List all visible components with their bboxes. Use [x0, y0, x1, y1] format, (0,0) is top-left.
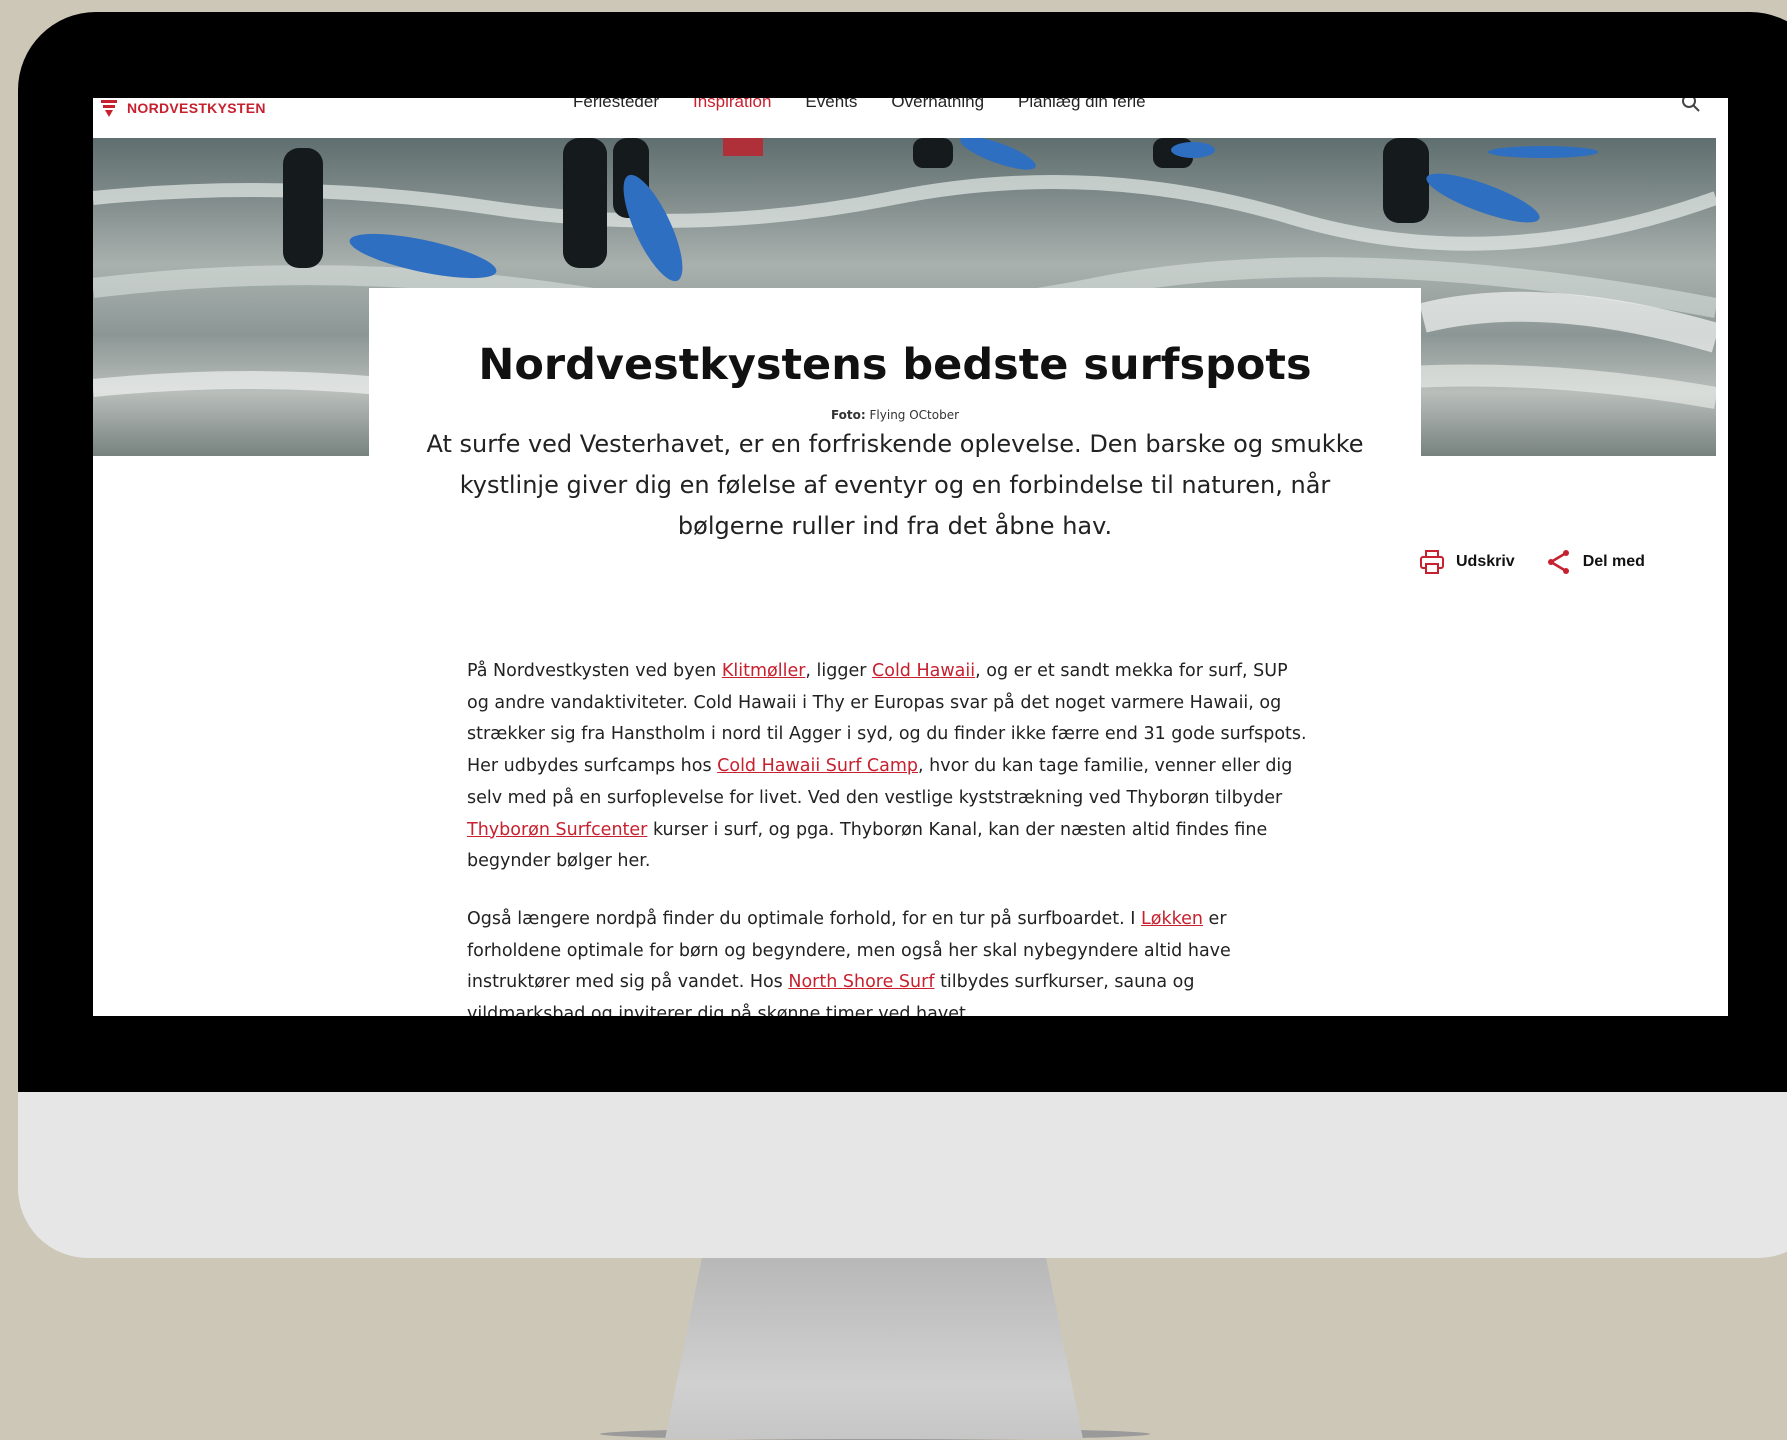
- nav-item-events[interactable]: Events: [805, 98, 857, 112]
- print-label: Udskriv: [1456, 553, 1515, 570]
- paragraph-text: , ligger: [805, 661, 873, 681]
- article-paragraph: På Nordvestkysten ved byen Klitmøller, l…: [467, 656, 1307, 878]
- article-paragraph: Også længere nordpå finder du optimale f…: [467, 904, 1307, 1016]
- browser-viewport: NORDVESTKYSTEN Feriesteder Inspiration E…: [93, 98, 1728, 1016]
- search-icon[interactable]: [1680, 98, 1702, 114]
- monitor-stand: [665, 1258, 1083, 1439]
- article-link[interactable]: Thyborøn Surfcenter: [467, 820, 647, 840]
- article-body: På Nordvestkysten ved byen Klitmøller, l…: [467, 656, 1307, 1016]
- main-nav: Feriesteder Inspiration Events Overnatni…: [573, 98, 1146, 112]
- nav-item-inspiration[interactable]: Inspiration: [693, 98, 771, 112]
- monitor-chin: [18, 1092, 1787, 1258]
- nav-item-overnatning[interactable]: Overnatning: [891, 98, 984, 112]
- photo-credit: Foto: Flying OCtober: [369, 408, 1421, 422]
- nav-item-feriesteder[interactable]: Feriesteder: [573, 98, 659, 112]
- site-logo[interactable]: NORDVESTKYSTEN: [99, 98, 266, 118]
- paragraph-text: Også længere nordpå finder du optimale f…: [467, 908, 1142, 929]
- article-link[interactable]: Cold Hawaii: [872, 661, 975, 681]
- article-actions: Udskriv Del med: [1418, 548, 1645, 576]
- page-title: Nordvestkystens bedste surfspots: [478, 340, 1312, 390]
- site-header: NORDVESTKYSTEN Feriesteder Inspiration E…: [93, 98, 1728, 138]
- article-link[interactable]: Cold Hawaii Surf Camp: [717, 756, 918, 776]
- article-link[interactable]: Klitmøller: [722, 661, 806, 681]
- nav-item-planlaeg[interactable]: Planlæg din ferie: [1018, 98, 1146, 112]
- printer-icon: [1420, 550, 1444, 574]
- share-icon: [1547, 550, 1569, 574]
- paragraph-text: På Nordvestkysten ved byen: [467, 661, 722, 681]
- logo-icon: [101, 100, 117, 117]
- article-link[interactable]: North Shore Surf: [788, 972, 934, 992]
- article-link[interactable]: Løkken: [1141, 909, 1203, 929]
- share-label: Del med: [1582, 553, 1645, 570]
- photo-credit-value: Flying OCtober: [869, 408, 960, 422]
- print-button[interactable]: Udskriv: [1418, 548, 1515, 576]
- article-lead: At surfe ved Vesterhavet, er en forfrisk…: [426, 430, 1364, 540]
- photo-credit-label: Foto:: [830, 408, 866, 422]
- logo-text: NORDVESTKYSTEN: [127, 100, 266, 116]
- share-button[interactable]: Del med: [1545, 548, 1645, 576]
